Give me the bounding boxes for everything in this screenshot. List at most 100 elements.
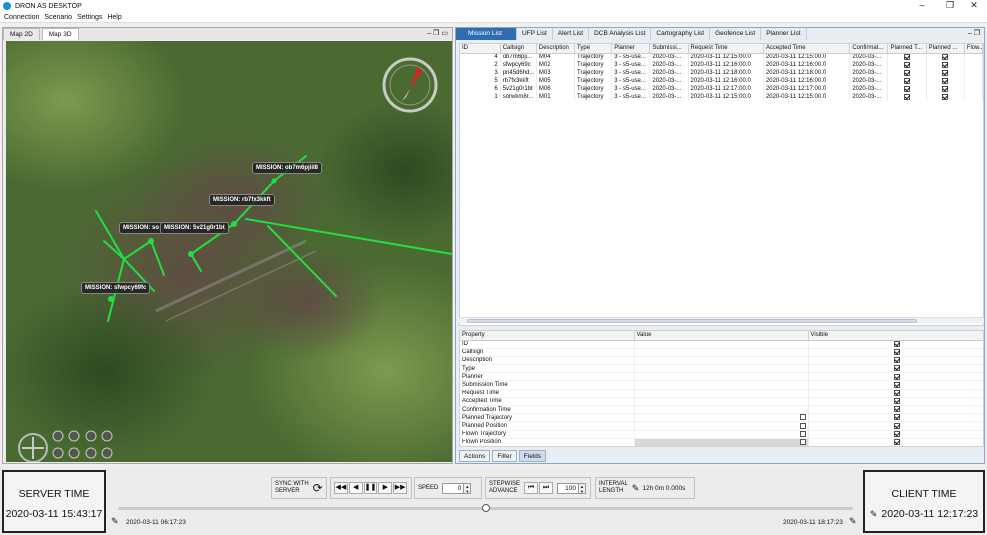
table-row[interactable]: 2 sfwpcy69c M02 Trajectory 3 - s5-use... 2020… bbox=[460, 61, 983, 69]
property-row[interactable]: Confirmation Time bbox=[460, 405, 983, 415]
property-value[interactable] bbox=[634, 421, 809, 431]
visible-checkbox[interactable] bbox=[893, 373, 900, 380]
row-checkbox[interactable] bbox=[904, 69, 911, 76]
table-row[interactable]: 5 rb7fx3kkft M05 Trajectory 3 - s5-use... 202… bbox=[460, 77, 983, 85]
timeline-knob[interactable] bbox=[481, 504, 490, 512]
column-header[interactable]: Request Time bbox=[688, 44, 764, 54]
edit-start-icon[interactable]: ✎ bbox=[111, 517, 120, 526]
edit-client-time-icon[interactable]: ✎ bbox=[870, 509, 878, 519]
fast-rewind-button[interactable]: ◀◀ bbox=[334, 482, 348, 494]
edit-interval-icon[interactable]: ✎ bbox=[632, 483, 640, 494]
row-checkbox[interactable] bbox=[904, 93, 911, 100]
menu-connection[interactable]: Connection bbox=[4, 14, 39, 21]
property-row[interactable]: Description bbox=[460, 356, 983, 366]
mission-label[interactable]: MISSION: ob7m6pjiil8 bbox=[252, 162, 323, 174]
tab-filter[interactable]: Filter bbox=[492, 450, 517, 462]
column-header[interactable]: Planned T... bbox=[887, 44, 927, 54]
minimize-button[interactable]: – bbox=[911, 0, 933, 12]
table-row[interactable]: 6 5v21g0r1bt M06 Trajectory 3 - s5-use... 202… bbox=[460, 85, 983, 93]
value-checkbox[interactable] bbox=[799, 422, 806, 429]
menu-settings[interactable]: Settings bbox=[77, 14, 102, 21]
table-row[interactable]: 4 ob7m6pji... M04 Trajectory 3 - s5-use... 20… bbox=[460, 53, 983, 61]
step-back-button[interactable]: ⏮ bbox=[524, 482, 539, 494]
speed-input[interactable]: 0 bbox=[442, 482, 465, 494]
play-button[interactable]: ▶ bbox=[378, 482, 393, 494]
property-row[interactable]: Planned Position bbox=[460, 421, 983, 431]
fast-forward-button[interactable]: ▶▶ bbox=[393, 482, 407, 494]
tab-actions[interactable]: Actions bbox=[459, 450, 491, 462]
visible-checkbox[interactable] bbox=[893, 365, 900, 372]
column-header[interactable]: ID bbox=[460, 44, 501, 54]
visible-checkbox[interactable] bbox=[893, 381, 900, 388]
speed-stepper[interactable]: ▲ ▼ bbox=[464, 482, 472, 494]
row-checkbox[interactable] bbox=[942, 53, 949, 60]
panel-window-controls[interactable]: ‒ ❐ ▭ bbox=[427, 28, 452, 40]
mission-label[interactable]: MISSION: rb7fx3kkft bbox=[209, 194, 275, 206]
panel-window-controls[interactable]: ‒ ❐ bbox=[968, 28, 984, 40]
value-checkbox[interactable] bbox=[799, 430, 806, 437]
pause-button[interactable]: ❚❚ bbox=[363, 482, 378, 494]
visible-checkbox[interactable] bbox=[893, 439, 900, 446]
row-checkbox[interactable] bbox=[942, 69, 949, 76]
row-checkbox[interactable] bbox=[904, 61, 911, 68]
column-header[interactable]: Confirmat... bbox=[849, 44, 889, 54]
property-row[interactable]: ID bbox=[460, 340, 983, 349]
horizontal-scrollbar[interactable] bbox=[459, 317, 984, 323]
column-header[interactable]: Planner bbox=[611, 44, 651, 54]
column-header[interactable]: Visible bbox=[808, 331, 983, 341]
tab-map-3d[interactable]: Map 3D bbox=[41, 28, 79, 40]
maximize-button[interactable]: ❐ bbox=[939, 0, 961, 12]
tab-planner-list[interactable]: Planner List bbox=[761, 28, 807, 40]
visible-checkbox[interactable] bbox=[893, 430, 900, 437]
property-row[interactable]: Callsign bbox=[460, 348, 983, 357]
visible-checkbox[interactable] bbox=[893, 340, 900, 347]
tab-map-2d[interactable]: Map 2D bbox=[3, 28, 40, 40]
step-input[interactable]: 100 bbox=[557, 482, 580, 494]
value-checkbox[interactable] bbox=[799, 414, 806, 421]
column-header[interactable]: Property bbox=[460, 331, 635, 341]
table-row[interactable]: 1 sorwkm8r... M01 Trajectory 3 - s5-use... 20… bbox=[460, 93, 983, 101]
property-row[interactable]: Planner bbox=[460, 372, 983, 382]
property-row[interactable]: Accepted Time bbox=[460, 397, 983, 407]
edit-end-icon[interactable]: ✎ bbox=[849, 517, 858, 526]
visible-checkbox[interactable] bbox=[893, 406, 900, 413]
property-row[interactable]: Flown Trajectory bbox=[460, 430, 983, 439]
map-3d-view[interactable]: MISSION: ob7m6pjiil8 MISSION: rb7fx3kkft… bbox=[6, 41, 452, 462]
column-header[interactable]: Planned ... bbox=[926, 44, 965, 54]
step-stepper[interactable]: ▲ ▼ bbox=[579, 482, 587, 494]
timeline-slider[interactable] bbox=[118, 504, 853, 512]
column-header[interactable]: Submissi... bbox=[649, 44, 689, 54]
visible-checkbox[interactable] bbox=[893, 389, 900, 396]
column-header[interactable]: Description bbox=[536, 44, 576, 54]
row-checkbox[interactable] bbox=[904, 85, 911, 92]
property-value[interactable] bbox=[634, 413, 809, 423]
visible-checkbox[interactable] bbox=[893, 398, 900, 405]
close-button[interactable]: ✕ bbox=[963, 0, 985, 12]
tab-alert-list[interactable]: Alert List bbox=[552, 28, 590, 40]
sync-icon[interactable]: ⟳ bbox=[313, 481, 323, 495]
mission-label[interactable]: MISSION: 5v21g0r1bt bbox=[160, 222, 229, 234]
visible-checkbox[interactable] bbox=[893, 357, 900, 364]
row-checkbox[interactable] bbox=[942, 61, 949, 68]
property-row[interactable]: Flown Position bbox=[460, 438, 983, 446]
mission-label[interactable]: MISSION: so bbox=[119, 222, 164, 234]
step-forward-button[interactable]: ⏭ bbox=[539, 482, 554, 494]
visible-checkbox[interactable] bbox=[893, 422, 900, 429]
menu-scenario[interactable]: Scenario bbox=[44, 14, 72, 21]
rewind-button[interactable]: ◀ bbox=[348, 482, 363, 494]
tab-cartography-list[interactable]: Cartography List bbox=[651, 28, 711, 40]
property-row[interactable]: Type bbox=[460, 364, 983, 374]
row-checkbox[interactable] bbox=[942, 85, 949, 92]
property-value[interactable] bbox=[634, 430, 809, 439]
property-value[interactable] bbox=[634, 438, 809, 446]
visible-checkbox[interactable] bbox=[893, 414, 900, 421]
column-header[interactable]: Flow... bbox=[964, 44, 983, 54]
tab-dcb-analysis-list[interactable]: DCB Analysis List bbox=[589, 28, 652, 40]
row-checkbox[interactable] bbox=[942, 77, 949, 84]
column-header[interactable]: Accepted Time bbox=[763, 44, 851, 54]
menu-help[interactable]: Help bbox=[107, 14, 121, 21]
visible-checkbox[interactable] bbox=[893, 348, 900, 355]
row-checkbox[interactable] bbox=[942, 93, 949, 100]
scrollbar-thumb[interactable] bbox=[467, 319, 917, 323]
tab-ufp-list[interactable]: UFP List bbox=[516, 28, 553, 40]
